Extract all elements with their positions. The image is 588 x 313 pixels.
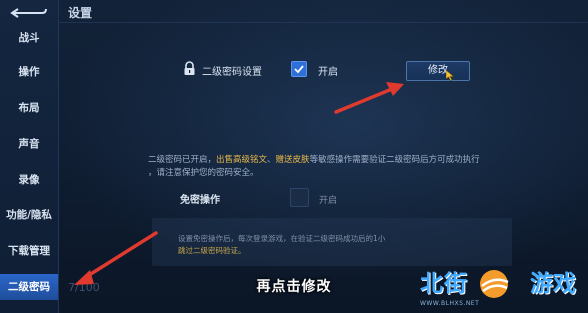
site-watermark: 北街 游戏 WWW.BLHXS.NET <box>420 262 588 313</box>
watermark-brand: 北街 <box>420 271 468 297</box>
watermark-game: 游戏 <box>530 271 576 297</box>
arrow-icon <box>334 82 404 114</box>
watermark-url: WWW.BLHXS.NET <box>420 300 480 307</box>
watermark-logo-icon <box>480 270 509 298</box>
settings-screen: 战斗 操作 布局 声音 录像 功能/隐私 下载管理 二级密码 设置 二级密码设置… <box>0 0 588 313</box>
